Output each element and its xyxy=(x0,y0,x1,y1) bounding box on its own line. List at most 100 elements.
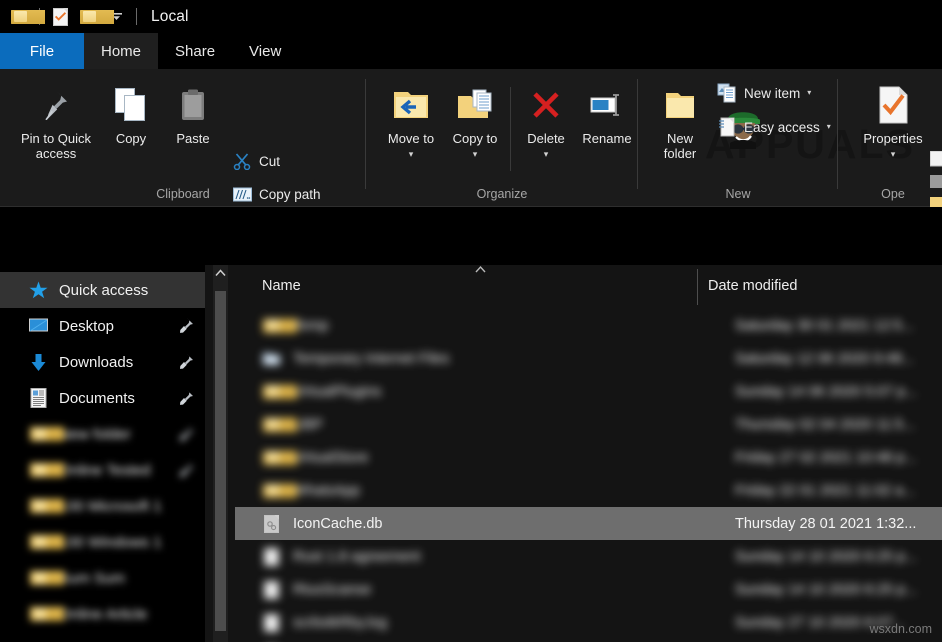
db-file-icon xyxy=(262,514,281,533)
cut-button[interactable]: Cut xyxy=(232,151,280,171)
copy-to-button[interactable]: Copy to ▾ xyxy=(446,83,504,162)
sidebar-item-desktop[interactable]: Desktop xyxy=(0,308,205,344)
table-row[interactable]: Temporary Internet Files Saturday 12 06 … xyxy=(235,342,942,375)
open-with-icon[interactable] xyxy=(930,151,942,167)
new-item-button[interactable]: New item ▾ xyxy=(717,83,811,103)
sidebar-label-quick-access: Quick access xyxy=(59,281,149,299)
new-folder-icon xyxy=(663,83,697,127)
sidebar-item-100-windows[interactable]: 100 Windows 1 xyxy=(0,524,205,560)
table-row[interactable]: UBP Thursday 02 04 2020 11:5... xyxy=(235,408,942,441)
ribbon-divider-organize-inner xyxy=(510,87,511,171)
download-icon xyxy=(28,352,48,372)
delete-label: Delete xyxy=(527,131,565,146)
table-row[interactable]: Temp Saturday 30 01 2021 12:5... xyxy=(235,309,942,342)
ribbon-group-new: New folder New item ▾ Easy access ▾ New xyxy=(638,69,838,207)
copy-icon xyxy=(114,83,148,127)
table-row[interactable]: WhatsApp Friday 22 01 2021 11:02 a... xyxy=(235,474,942,507)
folder-icon[interactable] xyxy=(8,6,45,28)
edit-icon[interactable] xyxy=(930,175,942,189)
delete-caret-icon[interactable]: ▾ xyxy=(544,147,549,162)
paste-label: Paste xyxy=(176,131,210,146)
delete-button[interactable]: Delete ▾ xyxy=(518,83,574,162)
star-icon xyxy=(28,280,48,300)
properties-icon[interactable] xyxy=(49,6,71,28)
pin-icon[interactable] xyxy=(178,353,194,369)
pin-icon[interactable] xyxy=(178,317,194,333)
sidebar-item-100-microsoft[interactable]: 100 Microsoft 1 xyxy=(0,488,205,524)
ribbon-group-label-organize: Organize xyxy=(476,187,528,201)
folder-icon xyxy=(28,496,64,516)
file-name: Temp xyxy=(293,317,329,334)
rename-button[interactable]: Rename xyxy=(576,83,638,146)
table-row[interactable]: Rust 1.8 agreement Sunday 14 10 2020 6:2… xyxy=(235,540,942,573)
documents-icon xyxy=(28,388,48,408)
quick-access-toolbar xyxy=(0,0,140,33)
tab-file[interactable]: File xyxy=(0,33,84,69)
table-row[interactable]: RtusScanse Sunday 14 10 2020 6:25 p... xyxy=(235,573,942,606)
sidebar-item-quick-access[interactable]: Quick access xyxy=(0,272,205,308)
folder-icon xyxy=(28,424,64,444)
folder-icon xyxy=(262,316,297,335)
tab-view[interactable]: View xyxy=(232,33,298,69)
new-folder-button[interactable]: New folder xyxy=(650,83,710,161)
pin-to-quick-access-button[interactable]: Pin to Quick access xyxy=(12,83,100,161)
tab-home[interactable]: Home xyxy=(84,33,159,69)
file-date-modified: Sunday 14 10 2020 6:25 p... xyxy=(735,581,918,598)
column-header-date-modified[interactable]: Date modified xyxy=(708,278,797,294)
file-date-modified: Saturday 30 01 2021 12:5... xyxy=(735,317,914,334)
pin-to-quick-access-label: Pin to Quick access xyxy=(20,131,92,161)
scrollbar-thumb[interactable] xyxy=(215,291,226,631)
easy-access-icon xyxy=(717,117,737,137)
pin-icon[interactable] xyxy=(178,461,194,477)
folder-icon xyxy=(262,448,297,467)
gear-glyph xyxy=(267,520,277,530)
new-item-caret-icon[interactable]: ▾ xyxy=(807,89,811,97)
file-explorer-window: Local File Home Share View APPUALS Pin t… xyxy=(0,0,942,642)
sidebar-label-online-tested: Online Tested xyxy=(59,461,151,479)
navigation-pane-scrollbar[interactable] xyxy=(213,265,228,642)
ribbon-group-open: Properties ▾ Ope xyxy=(838,69,942,207)
file-name: UBP xyxy=(293,416,323,433)
sidebar-label-documents: Documents xyxy=(59,389,135,407)
pin-icon[interactable] xyxy=(178,389,194,405)
folder-icon xyxy=(28,460,64,480)
move-to-caret-icon[interactable]: ▾ xyxy=(409,147,414,162)
sidebar-item-sum-sum[interactable]: Sum Sum xyxy=(0,560,205,596)
table-row[interactable]: VirtualPlugins Sunday 14 06 2020 5:07 p.… xyxy=(235,375,942,408)
sidebar-label-sum-sum: Sum Sum xyxy=(59,569,125,587)
paste-icon xyxy=(180,83,206,127)
sidebar-label-new-folder: New folder xyxy=(59,425,131,443)
paste-button[interactable]: Paste xyxy=(163,83,223,146)
ribbon-group-organize: Move to ▾ Copy to ▾ Delete ▾ Rename Orga… xyxy=(366,69,638,207)
properties-caret-icon[interactable]: ▾ xyxy=(891,147,896,162)
column-divider[interactable] xyxy=(697,269,698,305)
pin-icon[interactable] xyxy=(178,425,194,441)
properties-button[interactable]: Properties ▾ xyxy=(852,83,934,162)
folder-icon xyxy=(262,481,297,500)
file-icon xyxy=(262,580,281,599)
new-folder-icon[interactable] xyxy=(77,6,114,28)
scroll-up-button[interactable] xyxy=(213,265,228,281)
table-row-selected[interactable]: IconCache.db Thursday 28 01 2021 1:32... xyxy=(235,507,942,540)
file-name: RtusScanse xyxy=(293,581,372,598)
move-to-label: Move to xyxy=(387,131,435,146)
sidebar-item-downloads[interactable]: Downloads xyxy=(0,344,205,380)
sidebar-item-new-folder[interactable]: New folder xyxy=(0,416,205,452)
ribbon-group-label-new: New xyxy=(725,187,751,201)
sidebar-item-documents[interactable]: Documents xyxy=(0,380,205,416)
sidebar-item-online-article[interactable]: Online Article xyxy=(0,596,205,632)
sidebar-item-online-tested[interactable]: Online Tested xyxy=(0,452,205,488)
copy-to-caret-icon[interactable]: ▾ xyxy=(473,147,478,162)
table-row[interactable]: VirtualStore Friday 27 02 2021 10:48 p..… xyxy=(235,441,942,474)
column-header-name[interactable]: Name xyxy=(262,278,301,294)
file-date-modified: Sunday 14 06 2020 5:07 p... xyxy=(735,383,918,400)
file-icon xyxy=(262,613,281,632)
easy-access-button[interactable]: Easy access ▾ xyxy=(717,117,831,137)
desktop-icon xyxy=(28,316,48,336)
easy-access-caret-icon[interactable]: ▾ xyxy=(827,123,831,131)
tab-share[interactable]: Share xyxy=(158,33,232,69)
sidebar-label-desktop: Desktop xyxy=(59,317,115,335)
move-to-button[interactable]: Move to ▾ xyxy=(380,83,442,162)
table-row[interactable]: scrbstkRby.log Sunday 27 10 2020 6:07... xyxy=(235,606,942,639)
copy-button[interactable]: Copy xyxy=(104,83,158,146)
